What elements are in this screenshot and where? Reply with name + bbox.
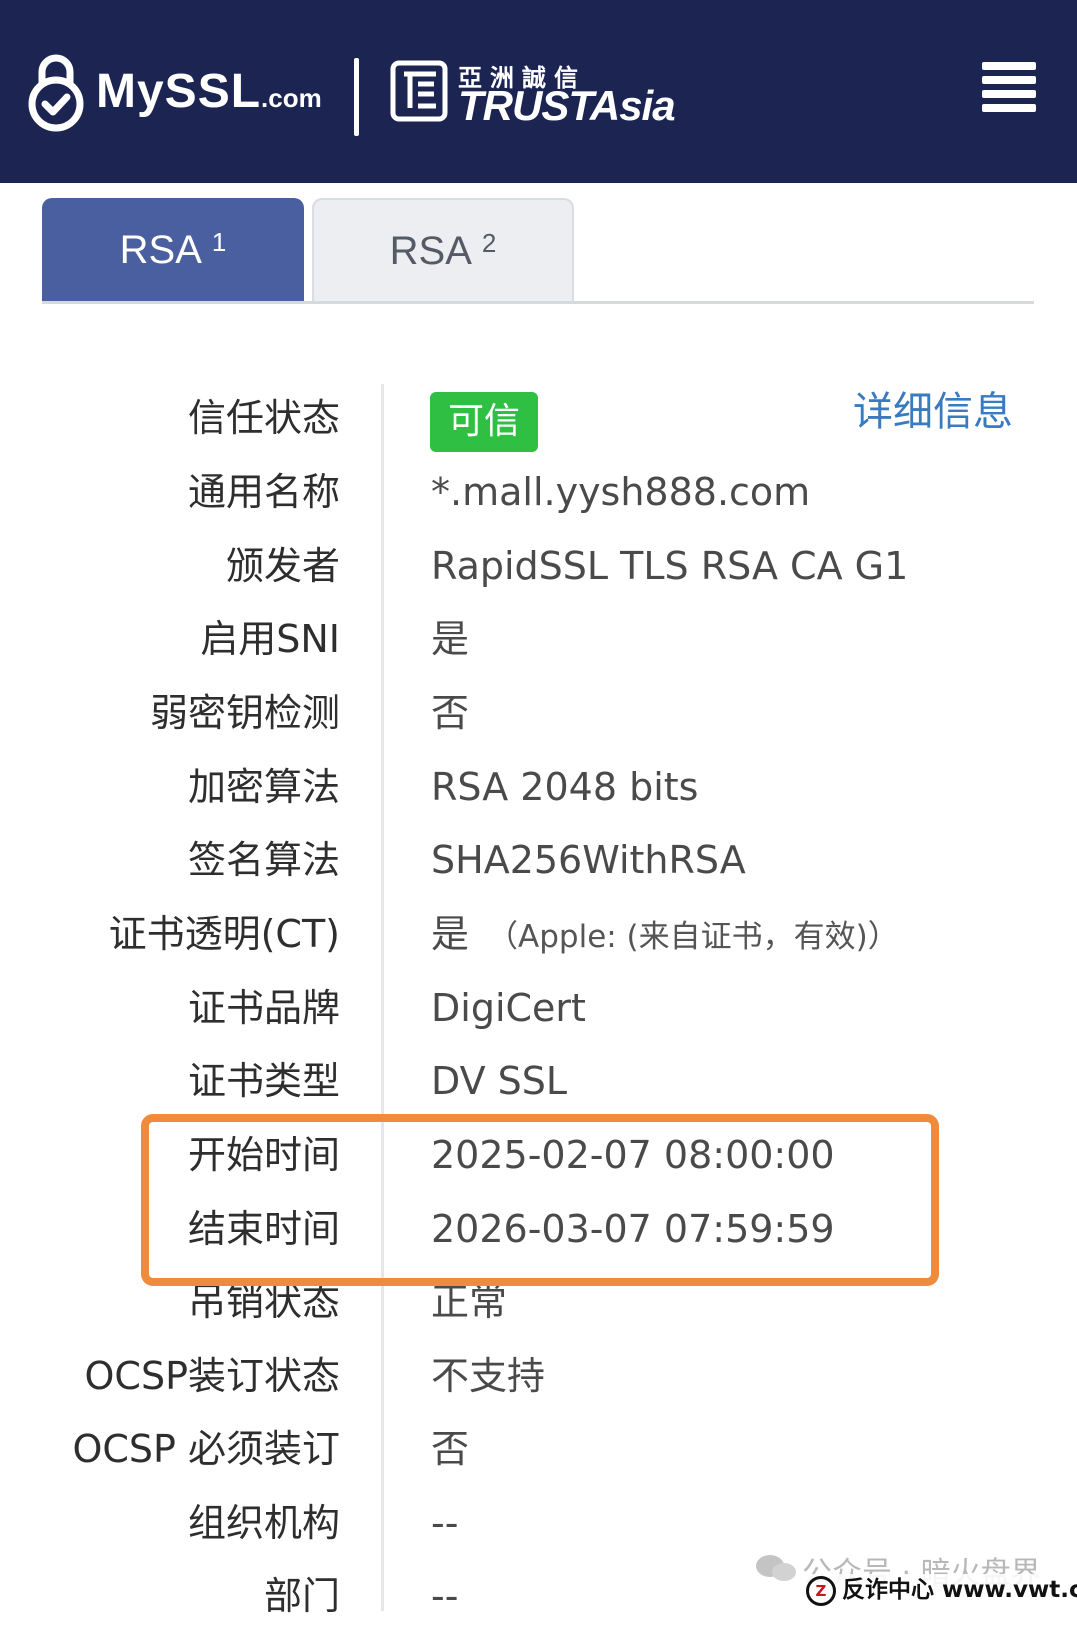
row-value: --	[431, 1501, 459, 1545]
row-weak-key-check: 弱密钥检测 否	[0, 683, 1077, 743]
row-common-name: 通用名称 *.mall.yysh888.com	[0, 462, 1077, 522]
tab-underline	[42, 301, 1034, 304]
row-value: DigiCert	[431, 986, 586, 1030]
row-label: 通用名称	[187, 470, 340, 514]
ct-note: （Apple: (来自证书，有效)）	[487, 919, 899, 955]
row-label: 证书品牌	[187, 986, 340, 1030]
row-label: OCSP装订状态	[84, 1354, 340, 1398]
row-label: 信任状态	[187, 396, 340, 440]
row-label: 证书透明(CT)	[108, 912, 340, 956]
row-certificate-type: 证书类型 DV SSL	[0, 1051, 1077, 1111]
row-label: 证书类型	[187, 1059, 340, 1103]
tab-label: RSA	[389, 228, 472, 273]
details-link[interactable]: 详细信息	[853, 382, 1013, 442]
source-text: 反诈中心 www.vwt.cc	[842, 1577, 1077, 1603]
tab-rsa-1[interactable]: RSA 1	[42, 198, 304, 302]
row-label: 加密算法	[187, 765, 340, 809]
row-label: 启用SNI	[200, 617, 340, 661]
ct-value: 是	[431, 912, 470, 956]
row-ocsp-stapling: OCSP装订状态 不支持	[0, 1346, 1077, 1406]
row-certificate-transparency: 证书透明(CT) 是 （Apple: (来自证书，有效)）	[0, 904, 1077, 964]
validity-period-highlight-box	[141, 1114, 939, 1286]
hamburger-menu-icon[interactable]	[982, 60, 1038, 114]
lock-check-logo-icon	[28, 54, 84, 132]
trustasia-english-name: TRUSTAsia	[458, 82, 676, 129]
row-issuer: 颁发者 RapidSSL TLS RSA CA G1	[0, 536, 1077, 596]
row-value: 否	[431, 691, 470, 735]
row-value: 否	[431, 1427, 470, 1471]
row-value: --	[431, 1574, 459, 1618]
row-sni-enabled: 启用SNI 是	[0, 609, 1077, 669]
anti-fraud-logo-icon: Z	[806, 1575, 836, 1606]
source-watermark: Z 反诈中心 www.vwt.cc	[800, 1574, 1077, 1606]
row-value: 不支持	[431, 1354, 546, 1398]
row-value: DV SSL	[431, 1059, 568, 1103]
row-label: 组织机构	[187, 1501, 340, 1545]
myssl-logo-text[interactable]: MySSL.com	[96, 64, 322, 119]
row-ocsp-must-staple: OCSP 必须装订 否	[0, 1419, 1077, 1479]
trusted-status-badge: 可信	[430, 392, 539, 452]
row-signature-algorithm: 签名算法 SHA256WithRSA	[0, 830, 1077, 890]
tab-index: 1	[211, 226, 227, 257]
trustasia-logo-icon	[390, 60, 448, 122]
row-value: RSA 2048 bits	[431, 765, 699, 809]
row-value: SHA256WithRSA	[431, 838, 746, 882]
row-label: 颁发者	[225, 544, 340, 588]
tab-rsa-2[interactable]: RSA 2	[312, 198, 574, 302]
row-label: 签名算法	[187, 838, 340, 882]
row-label: OCSP 必须装订	[72, 1427, 340, 1471]
tab-index: 2	[481, 227, 497, 258]
header-divider	[354, 58, 359, 136]
tab-label: RSA	[119, 227, 202, 272]
row-certificate-brand: 证书品牌 DigiCert	[0, 978, 1077, 1038]
row-label: 部门	[263, 1574, 340, 1618]
row-value: 是 （Apple: (来自证书，有效)）	[431, 904, 899, 967]
row-organization: 组织机构 --	[0, 1493, 1077, 1553]
row-value: RapidSSL TLS RSA CA G1	[431, 544, 909, 588]
row-encryption-algorithm: 加密算法 RSA 2048 bits	[0, 757, 1077, 817]
row-label: 弱密钥检测	[149, 691, 340, 735]
site-header: MySSL.com 亞洲誠信 TRUSTAsia	[0, 0, 1077, 183]
row-value: 是	[431, 617, 470, 661]
wechat-icon	[756, 1555, 796, 1581]
row-value: *.mall.yysh888.com	[431, 470, 811, 514]
